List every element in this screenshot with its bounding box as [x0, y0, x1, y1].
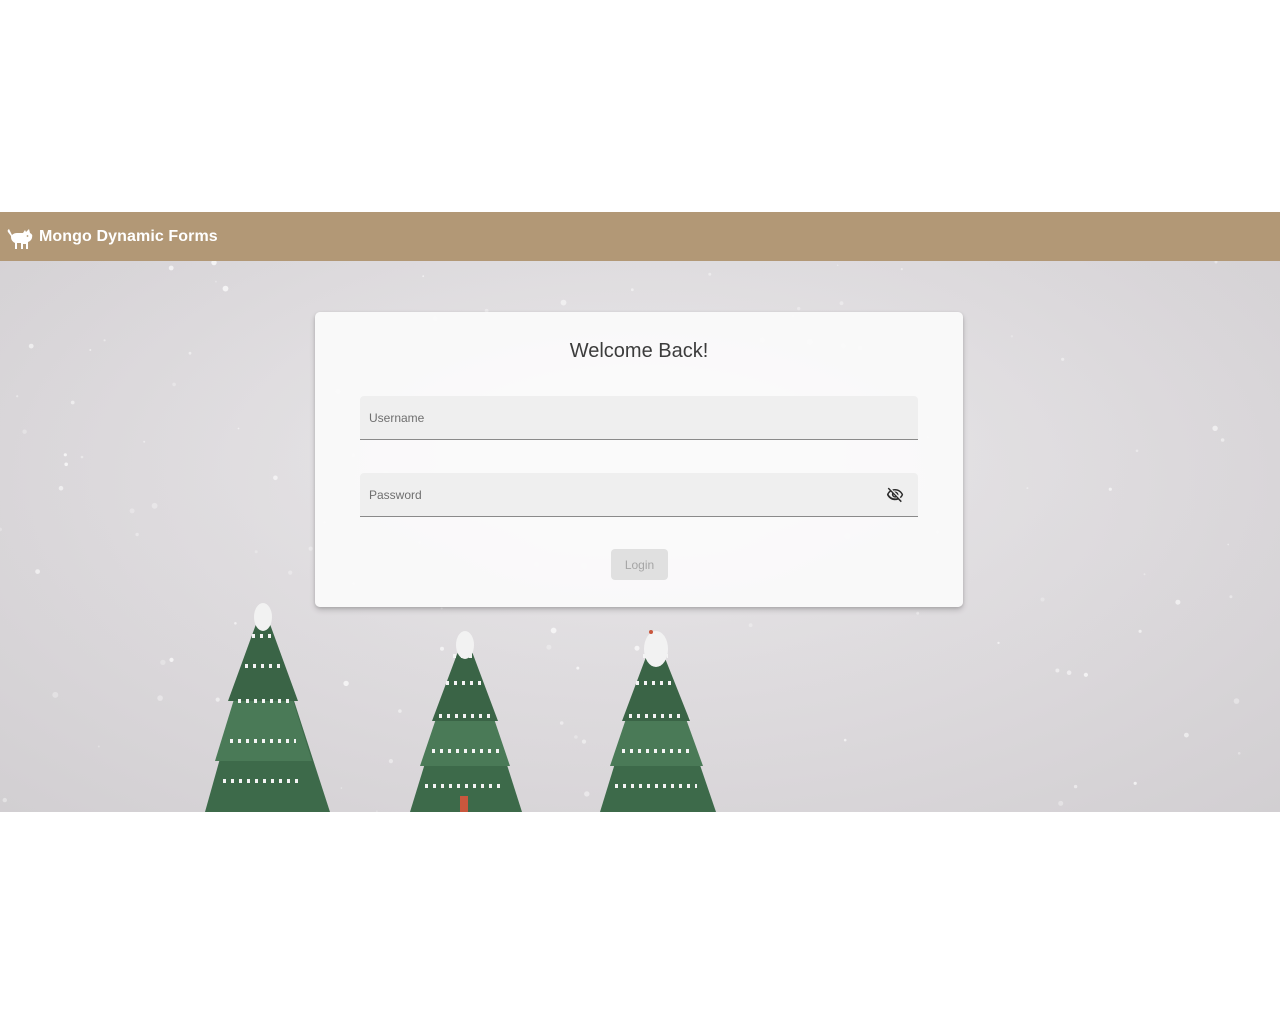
- snowflake: [559, 721, 564, 725]
- snowflake: [1055, 668, 1060, 673]
- snowflake: [64, 462, 68, 467]
- snowflake: [839, 301, 844, 306]
- snowflake: [129, 508, 135, 514]
- snowflake: [1143, 573, 1146, 576]
- snowflake: [708, 272, 712, 276]
- snowflake: [422, 275, 425, 278]
- snowflake: [1175, 599, 1181, 605]
- snowflake: [634, 645, 640, 651]
- snowflake: [1133, 781, 1137, 785]
- visibility-off-icon[interactable]: [886, 486, 904, 504]
- snowflake: [843, 738, 847, 742]
- snowflake: [440, 607, 443, 610]
- snowflake: [1010, 335, 1014, 338]
- snowflake: [748, 623, 753, 628]
- snowflake: [63, 453, 67, 457]
- snowflake: [169, 657, 174, 662]
- password-field[interactable]: [360, 473, 918, 517]
- snowflake: [168, 265, 174, 271]
- snowflake: [550, 627, 557, 634]
- snowflake: [234, 622, 237, 625]
- snowflake: [308, 546, 313, 551]
- snowflake: [151, 502, 158, 509]
- snowflake: [1058, 800, 1064, 806]
- snowflake: [1212, 425, 1218, 431]
- snowflake: [22, 429, 27, 434]
- snowflake: [89, 349, 92, 351]
- snowflake: [214, 280, 217, 283]
- welcome-heading: Welcome Back!: [569, 340, 709, 362]
- snowflake: [916, 611, 920, 615]
- snowflake: [1184, 732, 1189, 738]
- snowflake: [398, 709, 402, 713]
- snowflake: [28, 343, 34, 349]
- login-card: Welcome Back! Login: [315, 312, 963, 607]
- snowflake: [576, 666, 580, 670]
- snowflake: [58, 485, 64, 491]
- snowflake: [160, 659, 166, 666]
- snowflake: [172, 382, 176, 387]
- snowflake: [376, 810, 378, 812]
- snowflake: [143, 440, 146, 443]
- snowflake: [288, 570, 293, 575]
- snowflake: [630, 288, 634, 292]
- snowflake: [135, 532, 139, 537]
- snowflake: [797, 306, 801, 311]
- password-input[interactable]: [360, 473, 918, 516]
- snowflake: [440, 646, 444, 651]
- snowflake: [574, 735, 578, 739]
- snowflake: [2, 797, 7, 803]
- snowflake: [1233, 698, 1240, 704]
- snowflake: [1138, 629, 1142, 633]
- app-title[interactable]: Mongo Dynamic Forms: [39, 228, 218, 246]
- snowflake: [997, 641, 1000, 645]
- snowflake: [273, 475, 278, 481]
- snowflake: [188, 351, 192, 355]
- snowflake: [222, 285, 229, 292]
- snowflake: [900, 268, 903, 271]
- snowflake: [581, 739, 587, 744]
- snowflake: [1083, 672, 1088, 677]
- snowflake: [388, 759, 393, 764]
- snowflake: [254, 550, 258, 554]
- snowflake: [560, 299, 567, 306]
- snowflake: [1135, 449, 1139, 453]
- snowflake: [584, 791, 590, 797]
- snowflake: [1061, 357, 1065, 361]
- snowflake: [1040, 597, 1045, 602]
- snowflake: [1220, 438, 1225, 442]
- snowflake: [16, 395, 19, 398]
- cat-icon: [6, 221, 38, 253]
- snowflake: [1227, 543, 1230, 546]
- snowflake: [215, 697, 220, 702]
- snowflake: [340, 787, 343, 789]
- snowflake: [1026, 487, 1029, 490]
- username-input[interactable]: [360, 396, 918, 439]
- snowflake: [546, 644, 552, 650]
- snowflake: [1108, 487, 1112, 491]
- snowflake: [70, 400, 75, 405]
- snowflake: [1073, 784, 1078, 789]
- snowflake: [1237, 752, 1241, 755]
- top-app-bar: Mongo Dynamic Forms: [0, 212, 1280, 261]
- snowflake: [1066, 670, 1072, 675]
- snowflake: [97, 745, 100, 748]
- snowflake: [52, 691, 59, 698]
- username-field[interactable]: [360, 396, 918, 440]
- snowflake: [237, 427, 240, 430]
- snowflake: [103, 339, 106, 342]
- snowflake: [80, 455, 84, 459]
- snowflake: [35, 569, 40, 574]
- snowflake: [343, 680, 349, 687]
- snowflake: [1229, 595, 1233, 599]
- app-root: Mongo Dynamic Forms Welcome Back! Userna…: [0, 212, 1280, 812]
- snowflake: [836, 264, 839, 267]
- snowflake: [157, 695, 163, 701]
- login-button[interactable]: Login: [611, 549, 668, 580]
